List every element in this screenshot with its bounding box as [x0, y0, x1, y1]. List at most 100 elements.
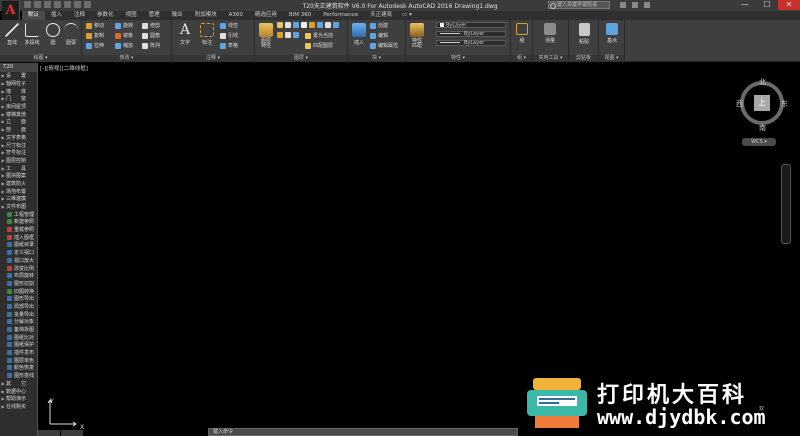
tab-8[interactable]: A360 [223, 11, 249, 20]
scale-button[interactable]: 缩放 [115, 42, 133, 49]
leader-button[interactable]: 引线 [220, 32, 238, 39]
layout1-tab[interactable] [61, 430, 83, 436]
palette-item[interactable]: 批量导出 [0, 310, 37, 318]
search-input[interactable]: 键入关键字或短语 [548, 1, 610, 9]
layer-match-icon[interactable] [293, 32, 299, 38]
layer-freeze-icon[interactable] [285, 22, 291, 28]
clipboard-panel-label[interactable]: 剪贴板 [569, 55, 598, 62]
palette-item[interactable]: 定义视口 [0, 249, 37, 257]
stretch-button[interactable]: 拉伸 [86, 42, 104, 49]
tab-7[interactable]: 附加模块 [189, 11, 223, 20]
palette-item[interactable]: 重载参照 [0, 226, 37, 234]
minimize-button[interactable]: — [734, 0, 756, 10]
compass-south[interactable]: 南 [759, 123, 766, 133]
utilities-panel-label[interactable]: 实用工具 ▾ [533, 55, 568, 62]
block-panel-label[interactable]: 块 ▾ [348, 55, 405, 62]
linear-button[interactable]: 线性 [220, 22, 238, 29]
match-properties-button[interactable]: 特性 匹配 [408, 23, 426, 49]
palette-item[interactable]: 改变比例 [0, 264, 37, 272]
lineweight-select[interactable]: ByLayer [436, 40, 506, 46]
palette-item[interactable]: ▶ 门 窗 [0, 95, 37, 103]
paste-button[interactable]: 粘贴 [573, 23, 595, 45]
array-button[interactable]: 阵列 [142, 42, 160, 49]
palette-item[interactable]: ▶ 图块图案 [0, 172, 37, 180]
palette-item[interactable]: ▶ 符号标注 [0, 149, 37, 157]
layer-properties-button[interactable]: 图层 特性 [257, 23, 275, 49]
tab-12[interactable]: 天正建筑 [364, 11, 398, 20]
draw-panel-label[interactable]: 绘图 ▾ [0, 55, 81, 62]
viewcube[interactable]: 北 南 西 东 上 WCS ▾ [736, 76, 790, 152]
palette-item[interactable]: ▶ 立 面 [0, 118, 37, 126]
command-line[interactable]: 键入命令 [208, 428, 518, 436]
palette-item[interactable]: ▶ 墙 体 [0, 87, 37, 95]
palette-item[interactable]: 分解对象 [0, 318, 37, 326]
layer-on-icon[interactable] [277, 22, 283, 28]
arc-button[interactable]: 圆弧 [60, 23, 82, 46]
help-icon[interactable] [644, 2, 650, 8]
view-panel-label[interactable]: 视图 ▾ [599, 55, 624, 62]
layer-off-icon[interactable] [317, 22, 323, 28]
exchange-icon[interactable] [632, 2, 638, 8]
line-button[interactable]: 直线 [1, 23, 23, 46]
layer-iso-icon[interactable] [309, 22, 315, 28]
modify-panel-label[interactable]: 修改 ▾ [82, 55, 171, 62]
palette-item[interactable]: 图纸比对 [0, 333, 37, 341]
match-layer-button[interactable]: 匹配图层 [305, 42, 333, 49]
layers-panel-label[interactable]: 图层 ▾ [255, 55, 347, 62]
palette-item[interactable]: ▶ 工 具 [0, 164, 37, 172]
palette-item[interactable]: 备档拆图 [0, 326, 37, 334]
palette-item[interactable]: 工程管理 [0, 210, 37, 218]
linetype-select[interactable]: ByLayer [436, 31, 506, 37]
layer-walk-icon[interactable] [333, 22, 339, 28]
create-block-button[interactable]: 创建 [370, 22, 388, 29]
layer-color-icon[interactable] [301, 22, 307, 28]
dimension-button[interactable]: 标注 [196, 23, 218, 46]
text-button[interactable]: A 文字 [174, 23, 196, 46]
tab-4[interactable]: 视图 [120, 11, 143, 20]
palette-item[interactable]: 颜色恢复 [0, 364, 37, 372]
model-tab[interactable] [38, 430, 60, 436]
palette-item[interactable]: 插入图框 [0, 233, 37, 241]
palette-item[interactable]: ▶ 轴网柱子 [0, 80, 37, 88]
compass-west[interactable]: 西 [736, 99, 743, 109]
palette-item[interactable]: ▶ 数据中心 [0, 387, 37, 395]
palette-item[interactable]: 图纸目录 [0, 241, 37, 249]
tab-2[interactable]: 注释 [68, 11, 91, 20]
palette-item[interactable]: ▶ 在线购买 [0, 403, 37, 411]
palette-item[interactable]: ▶ 帮助演示 [0, 395, 37, 403]
palette-item[interactable]: 新建参照 [0, 218, 37, 226]
viewport-controls-label[interactable]: [-][俯视][二维线框] [40, 64, 88, 72]
edit-attributes-button[interactable]: 编辑属性 [370, 42, 398, 49]
viewcube-top-face[interactable]: 上 [754, 95, 770, 111]
tab-11[interactable]: Performance [317, 11, 364, 20]
tab-9[interactable]: 精选应用 [249, 11, 283, 20]
palette-item[interactable]: ▶ 三维建模 [0, 195, 37, 203]
move-button[interactable]: 移动 [86, 22, 104, 29]
groups-panel-label[interactable]: 组 ▾ [511, 55, 532, 62]
layer-lock-icon[interactable] [293, 22, 299, 28]
copy-button[interactable]: 复制 [86, 32, 104, 39]
base-button[interactable]: 基点 [601, 23, 623, 44]
tab-0[interactable]: 默认 [22, 11, 46, 20]
compass-north[interactable]: 北 [759, 77, 766, 87]
tab-6[interactable]: 输出 [166, 11, 189, 20]
tab-3[interactable]: 参数化 [91, 11, 120, 20]
palette-item[interactable]: ▶ 文件布图 [0, 203, 37, 211]
palette-item[interactable]: 旧图转换 [0, 287, 37, 295]
measure-button[interactable]: 测量 [539, 23, 561, 44]
layer-thaw-icon[interactable] [325, 22, 331, 28]
tab-10[interactable]: BIM 360 [283, 11, 317, 20]
close-button[interactable]: ✕ [778, 0, 800, 10]
color-select[interactable]: ByLayer [436, 22, 506, 28]
mirror-button[interactable]: 镜像 [115, 32, 133, 39]
palette-item[interactable]: 图形导出 [0, 295, 37, 303]
table-button[interactable]: 表格 [220, 42, 238, 49]
palette-item[interactable]: 局部导出 [0, 303, 37, 311]
ucs-menu[interactable]: WCS ▾ [742, 138, 776, 146]
fillet-button[interactable]: 圆角 [142, 32, 160, 39]
maximize-button[interactable]: ☐ [756, 0, 778, 10]
trim-button[interactable]: 修剪 [142, 22, 160, 29]
app-menu-button[interactable]: A [2, 1, 20, 20]
insert-button[interactable]: 插入 [350, 23, 368, 46]
palette-item[interactable]: 图形切割 [0, 280, 37, 288]
